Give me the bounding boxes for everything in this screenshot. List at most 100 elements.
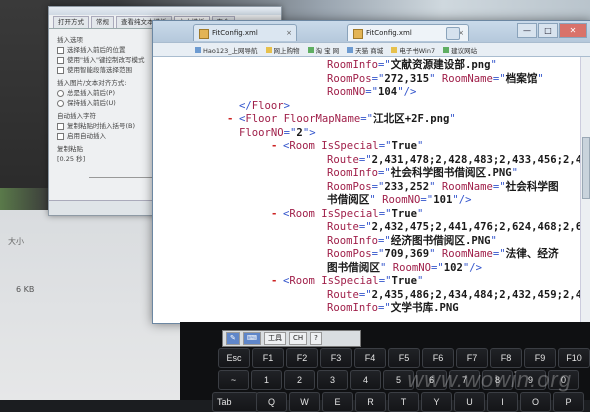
ime-toolbar: ✎ ⌨ 工具 CH ? <box>222 330 361 347</box>
bookmark-item[interactable]: 电子书Win7 <box>391 45 435 55</box>
keyboard-key[interactable]: F7 <box>456 348 488 368</box>
bookmark-label: 淘 宝 网 <box>315 46 340 55</box>
tab-title: FitConfig.xml <box>212 29 258 37</box>
keyboard-key[interactable]: Y <box>421 392 452 412</box>
keyboard-key[interactable]: T <box>388 392 419 412</box>
scrollbar-thumb[interactable] <box>582 137 590 199</box>
keyboard-key[interactable]: I <box>487 392 518 412</box>
ime-tools-button[interactable]: 工具 <box>263 332 286 345</box>
collapse-toggle[interactable]: - <box>227 113 233 127</box>
xml-tag: RoomInfo <box>327 167 379 179</box>
collapse-toggle[interactable]: - <box>271 275 277 289</box>
xml-value: 书借阅区 <box>327 194 370 206</box>
keyboard-key[interactable]: U <box>454 392 485 412</box>
tab-strip: FitConfig.xml × FitConfig.xml × — □ ✕ <box>153 21 590 42</box>
collapse-toggle[interactable]: - <box>271 208 277 222</box>
xml-value: 709,369 <box>384 248 430 260</box>
radio-button[interactable] <box>57 89 64 97</box>
xml-symbol: =" <box>371 72 385 85</box>
bookmark-item[interactable]: 淘 宝 网 <box>307 45 340 55</box>
xml-tag: RoomInfo <box>327 234 379 247</box>
keyboard-key[interactable]: 2 <box>284 370 315 390</box>
xml-symbol: =" <box>365 86 379 98</box>
xml-tag: Room IsSpecial <box>289 275 379 287</box>
dialog-tab[interactable]: 常规 <box>91 16 114 28</box>
keyboard-key[interactable]: 4 <box>350 370 381 390</box>
xml-symbol: =" <box>378 59 391 71</box>
keyboard-key[interactable]: F9 <box>524 348 556 368</box>
ime-help-button[interactable]: ? <box>310 332 322 345</box>
dialog-tab[interactable]: 打开方式 <box>53 16 89 28</box>
minimize-button[interactable]: — <box>517 23 537 38</box>
close-button[interactable]: ✕ <box>559 23 587 38</box>
keyboard-key[interactable]: 1 <box>251 370 282 390</box>
keyboard-key[interactable]: F1 <box>252 348 284 368</box>
xml-tag: RoomName <box>441 248 493 260</box>
option-label: 选择插入前后的位置 <box>67 46 126 54</box>
xml-value: 法律、经济 <box>505 248 559 260</box>
keyboard-key[interactable]: 3 <box>317 370 348 390</box>
bookmark-icon <box>307 46 314 53</box>
keyboard-key[interactable]: W <box>289 392 320 412</box>
collapse-toggle[interactable]: - <box>271 140 277 154</box>
xml-document: RoomInfo="文献资源建设部.png" RoomPos="272,315" … <box>153 59 590 316</box>
window-controls: — □ ✕ <box>517 23 587 38</box>
bookmark-icon <box>265 46 272 53</box>
xml-file-icon <box>353 29 363 39</box>
xml-viewer: RoomInfo="文献资源建设部.png" RoomPos="272,315" … <box>153 57 590 323</box>
keyboard-key[interactable]: F8 <box>490 348 522 368</box>
xml-symbol: " <box>416 207 424 220</box>
maximize-button[interactable]: □ <box>538 23 558 38</box>
bookmark-item[interactable]: 网上购物 <box>265 45 300 55</box>
xml-tag: Floor <box>251 99 284 112</box>
radio-button[interactable] <box>57 99 64 107</box>
new-tab-button[interactable] <box>446 27 460 40</box>
option-label: 复制粘贴 <box>57 145 83 153</box>
xml-tag: RoomNO <box>327 86 366 98</box>
bookmark-label: 网上购物 <box>273 46 300 55</box>
bookmark-item[interactable]: 天猫 商城 <box>347 45 383 55</box>
keyboard-key[interactable]: F6 <box>422 348 454 368</box>
keyboard-key[interactable]: F2 <box>286 348 318 368</box>
vertical-scrollbar[interactable] <box>580 57 590 323</box>
option-label: 自动插入字符 <box>57 112 96 120</box>
checkbox[interactable] <box>57 46 64 54</box>
xml-line: RoomNO="104"/> <box>153 86 573 100</box>
option-label: 插入选项 <box>57 36 83 44</box>
ime-language-button[interactable]: CH <box>288 332 308 345</box>
xml-symbol: "/> <box>397 86 417 98</box>
xml-tag: RoomNO <box>382 194 421 206</box>
xml-symbol: =" <box>420 194 434 206</box>
keyboard-key[interactable]: Esc <box>218 348 250 368</box>
keyboard-key[interactable]: F3 <box>320 348 352 368</box>
xml-line: - <Room IsSpecial="True" <box>153 275 573 289</box>
xml-line: Route="2,431,478;2,428,483;2,433,456;2,4… <box>153 154 590 168</box>
checkbox[interactable] <box>57 122 64 130</box>
keyboard-key[interactable]: O <box>520 392 551 412</box>
keyboard-key[interactable]: E <box>322 392 353 412</box>
keyboard-key[interactable]: Tab <box>212 392 258 412</box>
bookmark-icon <box>391 46 398 53</box>
xml-symbol: "/> <box>452 194 472 206</box>
checkbox[interactable] <box>57 132 64 140</box>
close-tab-icon[interactable]: × <box>286 25 292 41</box>
xml-symbol: =" <box>283 126 297 139</box>
keyboard-key[interactable]: P <box>553 392 584 412</box>
bookmark-item[interactable]: Hao123_上网导航 <box>195 45 258 55</box>
keyboard-key[interactable]: R <box>355 392 386 412</box>
keyboard-key[interactable]: ~ <box>218 370 249 390</box>
keyboard-key[interactable]: F5 <box>388 348 420 368</box>
bookmark-item[interactable]: 建议网站 <box>443 45 477 55</box>
pen-icon[interactable]: ✎ <box>226 332 240 345</box>
checkbox[interactable] <box>57 66 64 74</box>
keyboard-key[interactable]: F10 <box>558 348 590 368</box>
xml-symbol: " <box>429 248 442 260</box>
checkbox[interactable] <box>57 56 64 64</box>
keyboard-key[interactable]: Q <box>256 392 287 412</box>
keyboard-icon[interactable]: ⌨ <box>242 332 261 345</box>
xml-line: - <Room IsSpecial="True" <box>153 208 573 222</box>
xml-symbol: " <box>429 72 442 85</box>
keyboard-key[interactable]: F4 <box>354 348 386 368</box>
browser-tab[interactable]: FitConfig.xml × <box>193 24 297 41</box>
xml-value: 101 <box>433 194 453 206</box>
